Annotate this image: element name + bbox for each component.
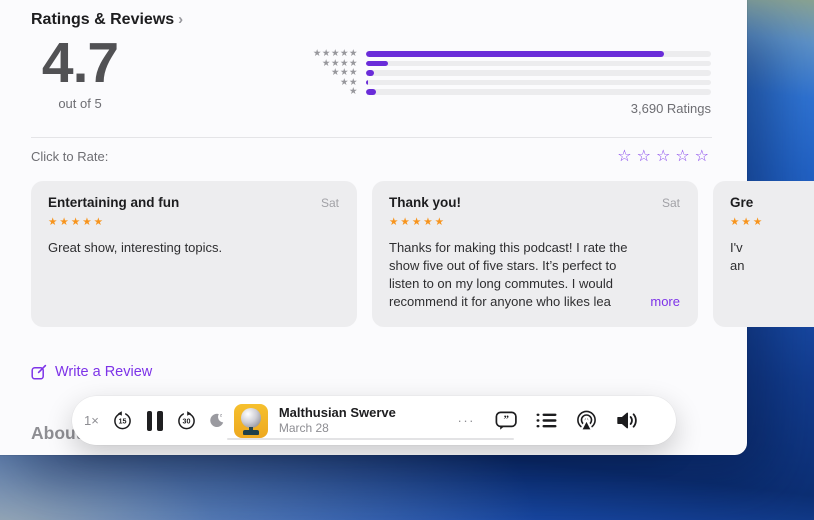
histogram-track bbox=[366, 60, 711, 66]
screen: Ratings & Reviews › 4.7 out of 5 ★★★★★ ★★… bbox=[0, 0, 814, 520]
playback-progress-bar[interactable] bbox=[227, 437, 514, 440]
queue-icon[interactable] bbox=[536, 412, 557, 429]
review-card[interactable]: Thank you! Sat ★★★★★ Thanks for making t… bbox=[372, 181, 698, 327]
histogram-row-4-star: ★★★★ bbox=[296, 58, 711, 68]
skip-forward-30-button[interactable]: 30 bbox=[176, 410, 197, 431]
pause-button[interactable] bbox=[146, 410, 163, 431]
review-card[interactable]: Gre ★★★ I'v an bbox=[713, 181, 814, 327]
review-stars: ★★★ bbox=[730, 216, 765, 228]
review-body-line: Great show, interesting topics. bbox=[48, 240, 223, 255]
write-review-label: Write a Review bbox=[55, 364, 153, 380]
histogram-row-5-star: ★★★★★ bbox=[296, 49, 711, 58]
review-stars: ★★★★★ bbox=[48, 216, 106, 228]
histogram-track bbox=[366, 89, 711, 95]
review-card[interactable]: Entertaining and fun Sat ★★★★★ Great sho… bbox=[31, 181, 357, 327]
player-more-button[interactable]: ··· bbox=[458, 413, 476, 428]
rate-stars-input[interactable]: ☆☆☆☆☆ bbox=[617, 146, 714, 166]
star-row-label: ★ bbox=[348, 86, 358, 97]
histogram-bar bbox=[366, 89, 376, 95]
rating-score-block: 4.7 out of 5 bbox=[30, 32, 130, 111]
histogram-track bbox=[366, 79, 711, 85]
review-body-line: show five out of five stars. It’s perfec… bbox=[389, 258, 617, 273]
write-review-button[interactable]: Write a Review bbox=[31, 364, 152, 380]
disco-ball-art bbox=[240, 407, 261, 428]
histogram-row-3-star: ★★★ bbox=[296, 68, 711, 77]
review-cards-row: Entertaining and fun Sat ★★★★★ Great sho… bbox=[31, 181, 814, 327]
skip-forward-amount: 30 bbox=[182, 417, 190, 426]
review-body-line: an bbox=[730, 258, 745, 273]
review-body-line: recommend it for anyone who likes lea bbox=[389, 294, 611, 309]
histogram-bar bbox=[366, 51, 665, 57]
histogram-row-2-star: ★★ bbox=[296, 77, 711, 87]
episode-title: Malthusian Swerve bbox=[278, 404, 396, 420]
histogram-bar bbox=[366, 79, 369, 85]
ratings-reviews-title: Ratings & Reviews bbox=[31, 11, 175, 28]
histogram-track bbox=[366, 51, 711, 57]
episode-date: March 28 bbox=[278, 421, 329, 436]
sleep-timer-icon[interactable]: z bbox=[208, 412, 225, 429]
review-date: Sat bbox=[320, 196, 339, 210]
ratings-histogram: ★★★★★ ★★★★ ★★★ ★★ ★ bbox=[296, 49, 711, 99]
review-body-line: I'v bbox=[730, 240, 743, 255]
chevron-right-icon: › bbox=[178, 11, 184, 28]
click-to-rate-label: Click to Rate: bbox=[31, 149, 109, 164]
now-playing-info[interactable]: Malthusian Swerve March 28 bbox=[279, 405, 396, 436]
episode-artwork[interactable] bbox=[233, 403, 268, 438]
ratings-reviews-header[interactable]: Ratings & Reviews › bbox=[31, 11, 183, 29]
airplay-audio-icon[interactable] bbox=[575, 410, 598, 432]
more-link[interactable]: more bbox=[650, 293, 680, 311]
divider bbox=[31, 137, 712, 138]
review-date: Sat bbox=[661, 196, 680, 210]
compose-icon bbox=[31, 364, 47, 380]
review-body-line: Thanks for making this podcast! I rate t… bbox=[389, 240, 628, 255]
mini-player: 1× 15 30 z Malthusian Swerve March 28 ··… bbox=[72, 396, 676, 445]
histogram-bar bbox=[366, 70, 374, 76]
review-stars: ★★★★★ bbox=[389, 216, 447, 228]
average-rating-value: 4.7 bbox=[41, 31, 119, 95]
svg-text:z: z bbox=[220, 413, 223, 418]
review-body-line: listen to on my long commutes. I would bbox=[389, 276, 613, 291]
histogram-track bbox=[366, 70, 711, 76]
svg-text:”: ” bbox=[503, 413, 509, 425]
skip-back-amount: 15 bbox=[118, 417, 126, 426]
playback-speed-button[interactable]: 1× bbox=[84, 413, 99, 428]
skip-back-15-button[interactable]: 15 bbox=[112, 410, 133, 431]
histogram-row-1-star: ★ bbox=[296, 86, 711, 97]
review-title: Thank you! bbox=[389, 195, 462, 210]
out-of-label: out of 5 bbox=[58, 95, 102, 111]
histogram-bar bbox=[366, 60, 389, 66]
review-title: Gre bbox=[730, 195, 754, 210]
volume-icon[interactable] bbox=[616, 411, 641, 430]
total-ratings-count: 3,690 Ratings bbox=[630, 101, 711, 116]
podcasts-window: Ratings & Reviews › 4.7 out of 5 ★★★★★ ★★… bbox=[0, 0, 814, 455]
review-title: Entertaining and fun bbox=[48, 195, 180, 210]
transcript-icon[interactable]: ” bbox=[495, 411, 518, 431]
